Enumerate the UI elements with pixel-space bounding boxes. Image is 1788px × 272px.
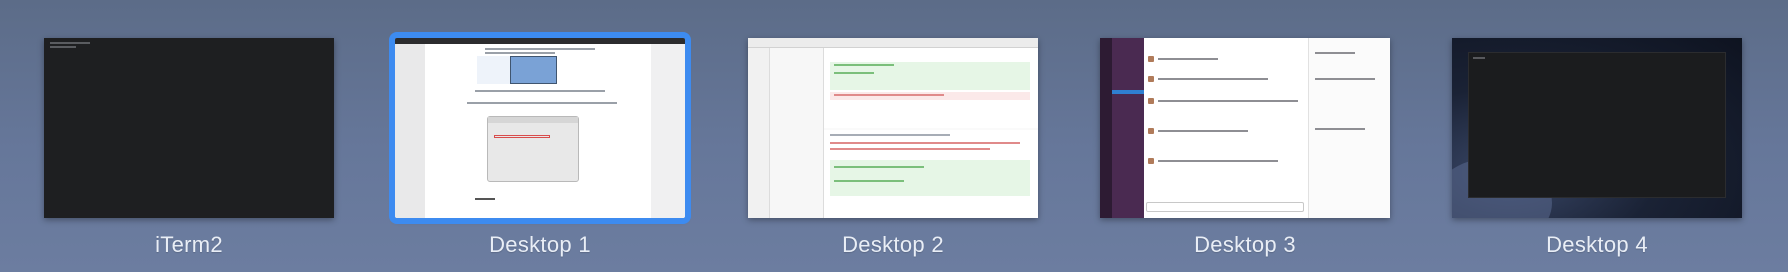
space-iterm2[interactable]: iTerm2 [44, 0, 334, 272]
space-thumbnail-desktop-4[interactable] [1452, 38, 1742, 218]
space-desktop-4[interactable]: Desktop 4 [1452, 0, 1742, 272]
space-label: Desktop 1 [489, 232, 591, 257]
mission-control-spaces-bar: iTerm2 Desktop 1 Desktop 2 Desktop 3 Des… [0, 0, 1788, 272]
space-thumbnail-desktop-1[interactable] [389, 32, 691, 224]
space-desktop-1[interactable]: Desktop 1 [389, 0, 691, 272]
space-desktop-2[interactable]: Desktop 2 [748, 0, 1038, 272]
space-desktop-3[interactable]: Desktop 3 [1100, 0, 1390, 272]
space-thumbnail-iterm2[interactable] [44, 38, 334, 218]
space-thumbnail-desktop-2[interactable] [748, 38, 1038, 218]
space-thumbnail-desktop-3[interactable] [1100, 38, 1390, 218]
space-label: Desktop 2 [842, 232, 944, 257]
space-label: Desktop 4 [1546, 232, 1648, 257]
space-label: iTerm2 [155, 232, 223, 257]
space-label: Desktop 3 [1194, 232, 1296, 257]
